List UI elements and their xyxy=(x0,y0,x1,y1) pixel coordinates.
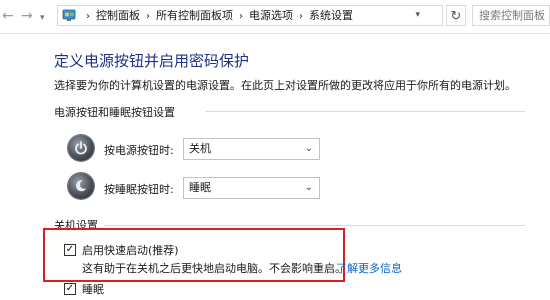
power-button-action-select[interactable]: 关机 ⌄ xyxy=(183,138,320,160)
sleep-button-icon xyxy=(68,173,94,199)
sleep-button-label: 按睡眠按钮时: xyxy=(104,183,174,196)
breadcrumb-power-options[interactable]: 电源选项 xyxy=(249,9,293,22)
page-title: 定义电源按钮并启用密码保护 xyxy=(54,52,250,70)
breadcrumb-separator[interactable]: › xyxy=(140,11,156,22)
power-button-label: 按电源按钮时: xyxy=(104,144,174,157)
breadcrumb: › 控制面板 › 所有控制面板项 › 电源选项 › 系统设置 xyxy=(80,6,353,25)
sleep-checkbox-label[interactable]: 睡眠 xyxy=(82,281,104,297)
fast-startup-label[interactable]: 启用快速启动(推荐) xyxy=(82,242,179,258)
address-bar[interactable]: › 控制面板 › 所有控制面板项 › 电源选项 › 系统设置 ▾ xyxy=(57,5,443,26)
chevron-down-icon: ⌄ xyxy=(304,143,313,154)
breadcrumb-system-settings[interactable]: 系统设置 xyxy=(309,9,353,22)
chevron-down-icon: ⌄ xyxy=(304,182,313,193)
fast-startup-checkbox[interactable]: ✓ xyxy=(64,244,76,256)
breadcrumb-separator[interactable]: › xyxy=(233,11,249,22)
breadcrumb-separator: › xyxy=(86,11,90,22)
breadcrumb-separator[interactable]: › xyxy=(293,11,309,22)
refresh-button[interactable]: ↻ xyxy=(446,5,466,26)
sleep-button-action-select[interactable]: 睡眠 ⌄ xyxy=(183,177,320,199)
section-heading-buttons: 电源按钮和睡眠按钮设置 xyxy=(54,106,175,119)
breadcrumb-control-panel[interactable]: 控制面板 xyxy=(96,9,140,22)
search-input[interactable]: 搜索控制面板 xyxy=(472,5,550,26)
page-description: 选择要为你的计算机设置的电源设置。在此页上对设置所做的更改将应用于你所有的电源计… xyxy=(54,79,516,92)
fast-startup-description: 这有助于在关机之后更快地启动电脑。不会影响重启。 xyxy=(82,262,346,275)
section-divider xyxy=(205,111,525,112)
control-panel-icon xyxy=(62,9,76,21)
address-dropdown-icon[interactable]: ▾ xyxy=(415,6,420,25)
address-toolbar: ← → ▾ › 控制面板 › 所有控制面板项 › 电源选项 › 系统设置 ▾ ↻ 搜索控制面板 xyxy=(0,0,550,34)
sleep-button-action-value: 睡眠 xyxy=(189,181,211,194)
forward-button[interactable]: → xyxy=(21,7,33,25)
breadcrumb-all-items[interactable]: 所有控制面板项 xyxy=(156,9,233,22)
back-button[interactable]: ← xyxy=(2,7,14,25)
recent-locations-button[interactable]: ▾ xyxy=(40,9,45,27)
sleep-checkbox[interactable]: ✓ xyxy=(64,283,76,295)
section-divider xyxy=(104,225,525,226)
power-button-action-value: 关机 xyxy=(189,142,211,155)
power-button-icon xyxy=(68,135,94,161)
learn-more-link[interactable]: 了解更多信息 xyxy=(336,260,402,276)
